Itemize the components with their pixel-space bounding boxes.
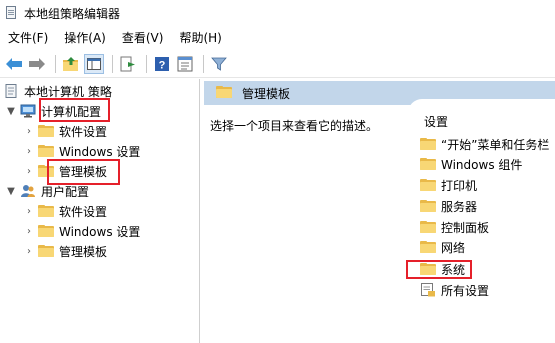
filter-icon[interactable] — [209, 54, 229, 74]
list-item-all-settings[interactable]: 所有设置 — [420, 280, 489, 300]
details-header-title: 管理模板 — [242, 87, 291, 101]
window-title: 本地组策略编辑器 — [24, 6, 121, 21]
list-item-server[interactable]: 服务器 — [420, 196, 477, 216]
title-bar: 本地组策略编辑器 — [0, 0, 555, 26]
tree-item-software-settings[interactable]: › 软件设置 — [24, 121, 107, 141]
tree-root-label: 本地计算机 策略 — [24, 84, 112, 99]
list-item-label: 所有设置 — [441, 283, 490, 298]
list-item-label: 控制面板 — [441, 220, 490, 235]
all-settings-icon — [420, 283, 436, 297]
chevron-down-icon[interactable]: ▼ — [6, 186, 16, 197]
list-item-network[interactable]: 网络 — [420, 237, 465, 257]
list-item-windows-components[interactable]: Windows 组件 — [420, 154, 522, 174]
tree-label: 管理模板 — [59, 244, 108, 259]
forward-arrow-icon[interactable] — [27, 54, 47, 74]
list-item-printers[interactable]: 打印机 — [420, 175, 477, 195]
menu-action[interactable]: 操作(A) — [56, 28, 114, 48]
column-header-setting[interactable]: 设置 — [424, 113, 448, 130]
folder-icon — [216, 86, 232, 98]
chevron-right-icon[interactable]: › — [24, 166, 34, 177]
tree-item-windows-settings[interactable]: › Windows 设置 — [24, 141, 140, 161]
tree-item-user-admin-templates[interactable]: › 管理模板 — [24, 241, 107, 261]
users-icon — [20, 184, 36, 198]
folder-icon — [420, 241, 436, 253]
chevron-right-icon[interactable]: › — [24, 126, 34, 137]
tree-item-user-software-settings[interactable]: › 软件设置 — [24, 201, 107, 221]
folder-icon — [38, 205, 54, 217]
list-item-label: “开始”菜单和任务栏 — [441, 137, 550, 152]
tree-label: 软件设置 — [59, 204, 108, 219]
properties-icon[interactable] — [175, 54, 195, 74]
description-text: 选择一个项目来查看它的描述。 — [210, 119, 379, 133]
help-icon[interactable]: ? — [152, 54, 172, 74]
tree-item-user-config[interactable]: ▼ 用户配置 — [6, 181, 89, 201]
tree-label: Windows 设置 — [59, 144, 141, 159]
policy-document-icon — [4, 84, 18, 98]
navigation-tree: 本地计算机 策略 ▼ 计算机配置 › 软件设置 › Windows 设置 › 管… — [0, 79, 200, 343]
folder-icon — [420, 138, 436, 150]
menu-view[interactable]: 查看(V) — [114, 28, 172, 48]
list-item-label: Windows 组件 — [441, 157, 523, 172]
show-hide-tree-icon[interactable] — [84, 53, 104, 74]
back-arrow-icon[interactable] — [4, 54, 24, 74]
chevron-down-icon[interactable]: ▼ — [6, 106, 16, 117]
toolbar-separator — [203, 54, 204, 73]
chevron-right-icon[interactable]: › — [24, 226, 34, 237]
svg-text:?: ? — [159, 59, 166, 71]
toolbar-separator — [112, 54, 113, 73]
list-item-start-menu[interactable]: “开始”菜单和任务栏 — [420, 134, 549, 154]
tree-label-computer-config: 计算机配置 — [41, 104, 102, 119]
folder-icon — [38, 145, 54, 157]
computer-icon — [20, 104, 36, 118]
export-list-icon[interactable] — [118, 54, 138, 74]
folder-icon — [420, 179, 436, 191]
chevron-right-icon[interactable]: › — [24, 206, 34, 217]
tree-label: Windows 设置 — [59, 224, 141, 239]
folder-icon — [420, 263, 436, 275]
list-item-label: 服务器 — [441, 199, 478, 214]
menu-file[interactable]: 文件(F) — [0, 28, 56, 48]
folder-icon — [38, 245, 54, 257]
folder-icon — [420, 158, 436, 170]
folder-icon — [420, 221, 436, 233]
list-item-control-panel[interactable]: 控制面板 — [420, 217, 489, 237]
tree-root[interactable]: 本地计算机 策略 — [4, 81, 112, 101]
list-item-label: 系统 — [441, 262, 466, 277]
list-item-label: 打印机 — [441, 178, 478, 193]
chevron-right-icon[interactable]: › — [24, 146, 34, 157]
policy-editor-icon — [4, 6, 18, 20]
tree-label: 管理模板 — [59, 164, 108, 179]
toolbar: ? — [0, 50, 555, 78]
list-item-system[interactable]: 系统 — [420, 259, 465, 279]
chevron-right-icon[interactable]: › — [24, 246, 34, 257]
menu-help[interactable]: 帮助(H) — [171, 28, 229, 48]
folder-icon — [38, 165, 54, 177]
tree-item-computer-config[interactable]: ▼ 计算机配置 — [6, 101, 101, 121]
toolbar-separator — [55, 54, 56, 73]
folder-icon — [38, 225, 54, 237]
list-item-label: 网络 — [441, 240, 466, 255]
toolbar-separator — [146, 54, 147, 73]
folder-icon — [420, 200, 436, 212]
up-folder-icon[interactable] — [61, 54, 81, 74]
tree-label: 软件设置 — [59, 124, 108, 139]
details-pane: 管理模板 选择一个项目来查看它的描述。 设置 “开始”菜单和任务栏 Window… — [204, 79, 555, 343]
tree-label-user-config: 用户配置 — [41, 184, 90, 199]
tree-item-admin-templates[interactable]: › 管理模板 — [24, 161, 107, 181]
folder-icon — [38, 125, 54, 137]
menu-bar: 文件(F) 操作(A) 查看(V) 帮助(H) — [0, 28, 555, 48]
tree-item-user-windows-settings[interactable]: › Windows 设置 — [24, 221, 140, 241]
